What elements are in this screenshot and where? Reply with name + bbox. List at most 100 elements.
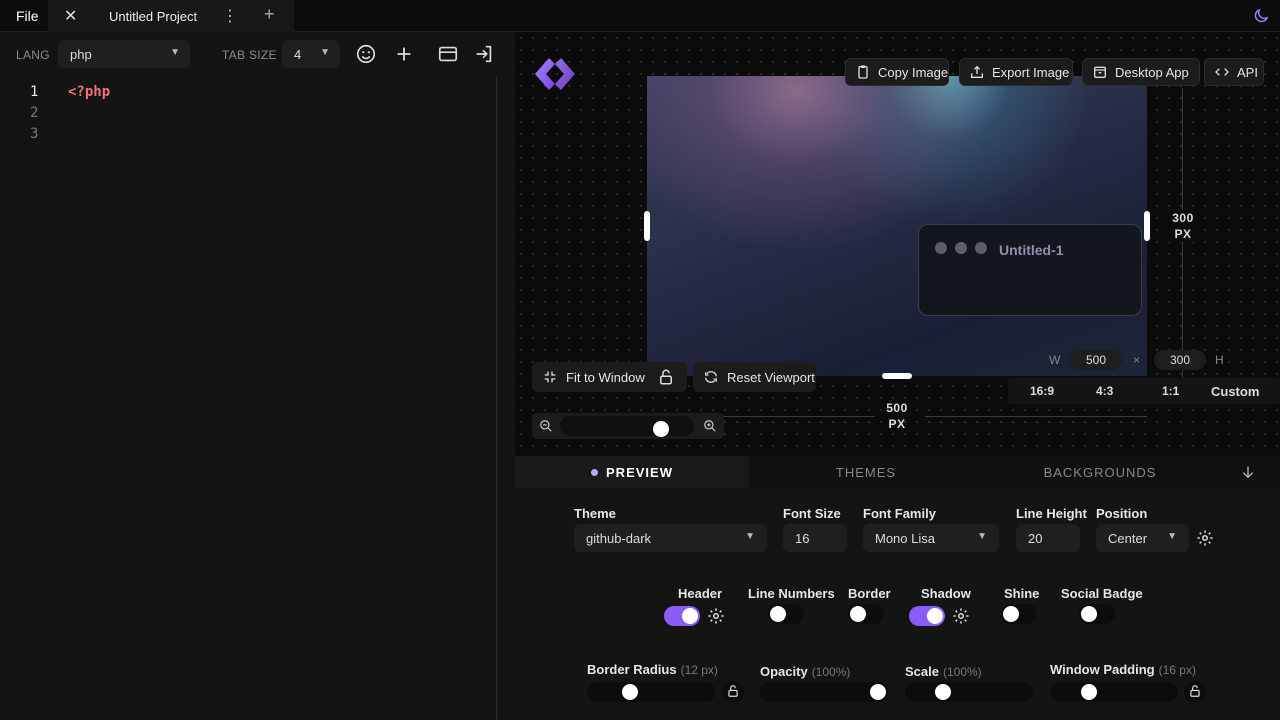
chevron-down-icon: ▼: [170, 47, 180, 58]
slider-knob[interactable]: [1081, 684, 1097, 700]
window-padding-label: Window Padding (16 px): [1050, 662, 1196, 677]
shine-toggle[interactable]: [1001, 604, 1037, 624]
shadow-toggle-label: Shadow: [921, 586, 971, 601]
reset-viewport-label: Reset Viewport: [727, 370, 815, 385]
border-toggle[interactable]: [848, 604, 884, 624]
theme-select[interactable]: github-dark ▼: [574, 524, 767, 552]
zoom-slider[interactable]: [560, 416, 694, 437]
api-label: API: [1237, 65, 1258, 80]
header-toggle[interactable]: [664, 606, 700, 626]
zoom-slider-knob[interactable]: [653, 421, 669, 437]
reset-viewport-button[interactable]: Reset Viewport: [693, 362, 816, 392]
editor-toolbar: LANG php ▼ TAB SIZE 4 ▼: [0, 32, 515, 76]
toggle-knob: [682, 608, 698, 624]
font-size-label: Font Size: [783, 506, 841, 521]
scale-value: (100%): [942, 665, 982, 679]
lock-icon[interactable]: [657, 368, 675, 386]
more-options-icon[interactable]: ⋮: [222, 6, 238, 26]
new-tab-icon[interactable]: +: [264, 4, 275, 25]
slider-knob[interactable]: [935, 684, 951, 700]
line-numbers-toggle[interactable]: [768, 604, 804, 624]
window-title[interactable]: Untitled-1: [999, 242, 1064, 258]
height-label: H: [1215, 353, 1224, 367]
header-toggle-label: Header: [678, 586, 723, 601]
snippet-preview-image[interactable]: Untitled-1: [647, 76, 1147, 376]
code-text[interactable]: <?php: [68, 82, 110, 103]
ratio-custom[interactable]: Custom: [1211, 384, 1259, 399]
language-select[interactable]: php ▼: [58, 40, 190, 68]
line-height-label: Line Height: [1016, 506, 1087, 521]
ratio-16-9[interactable]: 16:9: [1030, 384, 1054, 398]
export-image-label: Export Image: [992, 65, 1070, 80]
active-dot-icon: [591, 469, 599, 476]
font-family-select[interactable]: Mono Lisa ▼: [863, 524, 999, 552]
api-button[interactable]: API: [1204, 58, 1264, 86]
tab-preview[interactable]: PREVIEW: [515, 456, 749, 488]
window-padding-lock[interactable]: [1184, 681, 1206, 703]
moon-icon[interactable]: [1252, 7, 1270, 25]
emoji-icon[interactable]: [355, 43, 377, 65]
code-window: Untitled-1: [918, 224, 1142, 316]
zoom-in-icon[interactable]: [703, 419, 717, 433]
add-icon[interactable]: [393, 43, 415, 65]
desktop-app-label: Desktop App: [1115, 65, 1189, 80]
position-label: Position: [1096, 506, 1148, 521]
ratio-4-3[interactable]: 4:3: [1096, 384, 1113, 398]
bottom-resize-handle[interactable]: [882, 373, 912, 379]
opacity-value: (100%): [811, 665, 851, 679]
line-height-input[interactable]: 20: [1016, 524, 1080, 552]
width-input[interactable]: 500: [1070, 350, 1122, 370]
file-menu[interactable]: File: [16, 8, 39, 24]
scale-label: Scale (100%): [905, 664, 982, 679]
fit-to-window-button[interactable]: Fit to Window: [532, 362, 687, 392]
window-dot: [955, 242, 967, 254]
tabsize-select[interactable]: 4 ▼: [282, 40, 340, 68]
copy-image-label: Copy Image: [878, 65, 949, 80]
copy-image-button[interactable]: Copy Image: [845, 58, 949, 86]
width-unit: PX: [888, 417, 906, 431]
code-brackets-icon: [1215, 68, 1229, 76]
top-bar: File ✕ Untitled Project ⋮ +: [0, 0, 1280, 32]
height-input[interactable]: 300: [1154, 350, 1206, 370]
tab-themes[interactable]: THEMES: [749, 456, 983, 488]
tab-themes-label: THEMES: [835, 465, 897, 480]
card-icon[interactable]: [437, 43, 459, 65]
border-radius-value: (12 px): [680, 663, 718, 677]
border-radius-slider[interactable]: [587, 682, 715, 702]
position-settings-gear-icon[interactable]: [1196, 529, 1214, 547]
border-radius-lock[interactable]: [722, 681, 744, 703]
tab-backgrounds[interactable]: BACKGROUNDS: [983, 456, 1217, 488]
chevron-down-icon: ▼: [977, 531, 987, 542]
left-resize-handle[interactable]: [644, 211, 650, 241]
position-select[interactable]: Center ▼: [1096, 524, 1189, 552]
zoom-out-icon[interactable]: [539, 419, 553, 433]
ratio-1-1[interactable]: 1:1: [1162, 384, 1179, 398]
opacity-label: Opacity (100%): [760, 664, 850, 679]
height-value: 300: [1172, 211, 1194, 225]
scale-slider[interactable]: [905, 682, 1033, 702]
close-icon[interactable]: ✕: [64, 6, 77, 26]
dimension-inputs: W 500 × 300 H: [1037, 348, 1245, 372]
header-settings-gear-icon[interactable]: [707, 607, 725, 625]
height-unit: PX: [1174, 227, 1192, 241]
shadow-settings-gear-icon[interactable]: [952, 607, 970, 625]
font-size-input[interactable]: 16: [783, 524, 847, 552]
arrow-down-icon[interactable]: [1240, 464, 1256, 480]
slider-knob[interactable]: [622, 684, 638, 700]
width-ruler-right: [925, 416, 1147, 417]
opacity-slider[interactable]: [760, 682, 888, 702]
sign-in-icon[interactable]: [473, 43, 495, 65]
code-line[interactable]: <?php: [68, 82, 110, 103]
preview-settings-panel: Theme github-dark ▼ Font Size 16 Font Fa…: [515, 488, 1280, 720]
social-badge-toggle[interactable]: [1079, 604, 1115, 624]
window-padding-slider[interactable]: [1050, 682, 1178, 702]
slider-knob[interactable]: [870, 684, 886, 700]
shadow-toggle[interactable]: [909, 606, 945, 626]
project-title[interactable]: Untitled Project: [109, 9, 197, 24]
right-resize-handle[interactable]: [1144, 211, 1150, 241]
tabsize-label: TAB SIZE: [222, 48, 277, 62]
export-image-button[interactable]: Export Image: [959, 58, 1073, 86]
desktop-app-button[interactable]: Desktop App: [1082, 58, 1200, 86]
toggle-knob: [927, 608, 943, 624]
theme-label: Theme: [574, 506, 616, 521]
